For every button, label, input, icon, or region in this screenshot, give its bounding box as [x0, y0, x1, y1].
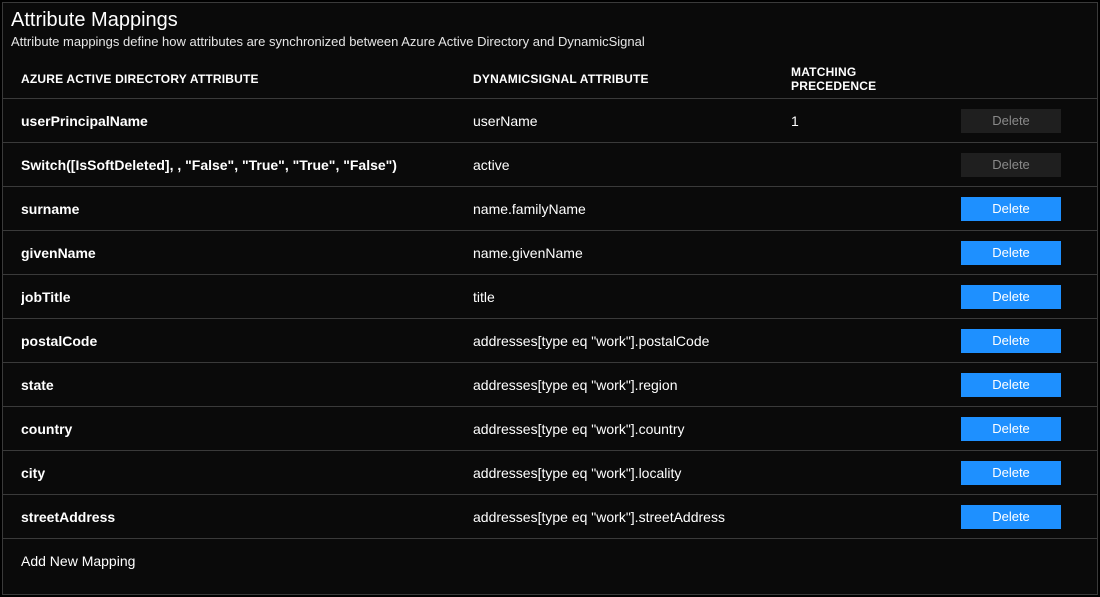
cell-azure-attribute: jobTitle [21, 289, 473, 305]
table-body: userPrincipalNameuserName1 Delete Switch([… [3, 99, 1097, 539]
cell-dynamic-attribute: addresses[type eq "work"].country [473, 421, 791, 437]
page-subtitle: Attribute mappings define how attributes… [11, 34, 1089, 49]
cell-azure-attribute: surname [21, 201, 473, 217]
cell-action: Delete [941, 373, 1081, 397]
cell-dynamic-attribute: title [473, 289, 791, 305]
table-footer-row: Add New Mapping [3, 539, 1097, 583]
cell-action: Delete [941, 109, 1081, 133]
cell-action: Delete [941, 505, 1081, 529]
table-row[interactable]: stateaddresses[type eq "work"].region Del… [3, 363, 1097, 407]
col-header-azure: AZURE ACTIVE DIRECTORY ATTRIBUTE [21, 72, 473, 86]
cell-action: Delete [941, 417, 1081, 441]
delete-button[interactable]: Delete [961, 417, 1061, 441]
table-row[interactable]: Switch([IsSoftDeleted], , "False", "True… [3, 143, 1097, 187]
cell-azure-attribute: state [21, 377, 473, 393]
cell-azure-attribute: Switch([IsSoftDeleted], , "False", "True… [21, 157, 473, 173]
delete-button: Delete [961, 153, 1061, 177]
table-row[interactable]: countryaddresses[type eq "work"].country… [3, 407, 1097, 451]
cell-dynamic-attribute: active [473, 157, 791, 173]
cell-action: Delete [941, 153, 1081, 177]
cell-dynamic-attribute: addresses[type eq "work"].streetAddress [473, 509, 791, 525]
col-header-matching: MATCHING PRECEDENCE [791, 65, 941, 93]
cell-action: Delete [941, 197, 1081, 221]
delete-button: Delete [961, 109, 1061, 133]
table-row[interactable]: surnamename.familyName Delete [3, 187, 1097, 231]
delete-button[interactable]: Delete [961, 505, 1061, 529]
page-title: Attribute Mappings [11, 9, 1089, 32]
cell-azure-attribute: givenName [21, 245, 473, 261]
add-new-mapping-link[interactable]: Add New Mapping [21, 553, 135, 569]
delete-button[interactable]: Delete [961, 197, 1061, 221]
cell-dynamic-attribute: name.givenName [473, 245, 791, 261]
delete-button[interactable]: Delete [961, 285, 1061, 309]
table-row[interactable]: cityaddresses[type eq "work"].locality De… [3, 451, 1097, 495]
cell-action: Delete [941, 329, 1081, 353]
table-row[interactable]: jobTitletitle Delete [3, 275, 1097, 319]
attribute-mappings-panel: Attribute Mappings Attribute mappings de… [2, 2, 1098, 595]
table-row[interactable]: userPrincipalNameuserName1 Delete [3, 99, 1097, 143]
cell-dynamic-attribute: addresses[type eq "work"].region [473, 377, 791, 393]
cell-dynamic-attribute: addresses[type eq "work"].locality [473, 465, 791, 481]
cell-azure-attribute: userPrincipalName [21, 113, 473, 129]
cell-azure-attribute: postalCode [21, 333, 473, 349]
cell-dynamic-attribute: name.familyName [473, 201, 791, 217]
cell-matching-precedence: 1 [791, 113, 941, 129]
cell-azure-attribute: city [21, 465, 473, 481]
table-row[interactable]: postalCodeaddresses[type eq "work"].post… [3, 319, 1097, 363]
table-header-row: AZURE ACTIVE DIRECTORY ATTRIBUTE DYNAMIC… [3, 59, 1097, 99]
col-header-dynamic: DYNAMICSIGNAL ATTRIBUTE [473, 72, 791, 86]
table-row[interactable]: streetAddressaddresses[type eq "work"].s… [3, 495, 1097, 539]
cell-action: Delete [941, 285, 1081, 309]
delete-button[interactable]: Delete [961, 241, 1061, 265]
cell-action: Delete [941, 461, 1081, 485]
mappings-table: AZURE ACTIVE DIRECTORY ATTRIBUTE DYNAMIC… [3, 59, 1097, 583]
cell-dynamic-attribute: userName [473, 113, 791, 129]
cell-dynamic-attribute: addresses[type eq "work"].postalCode [473, 333, 791, 349]
table-row[interactable]: givenNamename.givenName Delete [3, 231, 1097, 275]
delete-button[interactable]: Delete [961, 329, 1061, 353]
cell-azure-attribute: streetAddress [21, 509, 473, 525]
cell-action: Delete [941, 241, 1081, 265]
delete-button[interactable]: Delete [961, 373, 1061, 397]
cell-azure-attribute: country [21, 421, 473, 437]
panel-header: Attribute Mappings Attribute mappings de… [3, 3, 1097, 59]
delete-button[interactable]: Delete [961, 461, 1061, 485]
